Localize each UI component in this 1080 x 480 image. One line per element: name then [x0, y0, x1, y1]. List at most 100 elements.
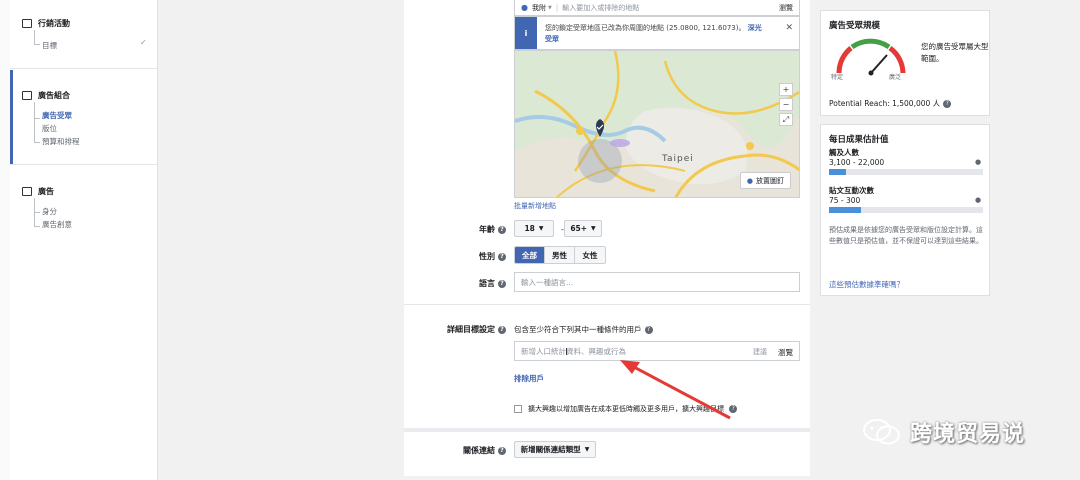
close-icon[interactable]: ✕: [785, 23, 793, 33]
wechat-logo-icon: [863, 419, 900, 445]
gender-female-button[interactable]: 女性: [575, 247, 605, 263]
reach-estimate-label: 觸及人數: [829, 148, 859, 157]
location-notice: i 您的鎖定受眾地區已改為你周圍的地點 (25.0800, 121.6073)。…: [514, 16, 800, 50]
estimate-accuracy-link[interactable]: 這些預估數據準確嗎？: [829, 279, 904, 290]
location-input[interactable]: 輸入要加入或排除的地點: [562, 3, 639, 13]
detailed-browse-button[interactable]: 瀏覽: [778, 347, 793, 358]
nav-item-creative[interactable]: 廣告創意: [42, 219, 72, 230]
help-icon[interactable]: ?: [729, 405, 738, 413]
suggestions-button[interactable]: 建議: [753, 347, 767, 357]
help-icon[interactable]: ?: [644, 326, 653, 334]
location-pin-icon: ●: [521, 3, 528, 12]
location-map[interactable]: Taipei + − ⤢ ● 放置圖釘: [514, 50, 800, 198]
help-icon[interactable]: ?: [498, 225, 506, 234]
audience-size-card: 廣告受眾規模 特定 廣泛 您的廣告受眾屬大型範圍。 Potential Reac…: [820, 10, 990, 116]
text-cursor-icon: I: [565, 347, 568, 358]
expand-interests-label: 擴大興趣以增加廣告在成本更低時觸及更多用戶，擴大興趣目標 ?: [528, 404, 738, 414]
tree-tick: [34, 212, 40, 213]
help-icon[interactable]: ?: [943, 100, 952, 108]
gauge-specific-label: 特定: [831, 74, 844, 81]
detailed-targeting-label: 詳細目標設定?: [447, 324, 506, 335]
connections-dropdown[interactable]: 新增關係連結類型 ▼: [514, 441, 596, 458]
nav-active-indicator: [10, 70, 13, 164]
gender-label: 性別?: [479, 251, 506, 262]
nav-adset-header[interactable]: 廣告組合: [22, 90, 70, 101]
connections-label: 關係連結?: [463, 445, 506, 456]
tree-tick: [34, 118, 40, 119]
tree-line: [34, 102, 40, 142]
map-city-label: Taipei: [662, 154, 694, 164]
audience-gauge: [836, 38, 906, 76]
notice-message: 您的鎖定受眾地區已改為你周圍的地點 (25.0800, 121.6073)。: [545, 24, 746, 32]
expand-interests-checkbox[interactable]: [514, 405, 522, 413]
language-placeholder: 輸入一種語言...: [521, 277, 574, 287]
audience-editor: ● 我附 ▼ | 輸入要加入或排除的地點 瀏覽 i 您的鎖定受眾地區已改為你周圍…: [404, 0, 810, 476]
tree-tick: [34, 44, 40, 45]
audience-size-title: 廣告受眾規模: [829, 21, 881, 31]
info-icon[interactable]: ●: [975, 196, 981, 204]
detailed-targeting-input[interactable]: 新增人口統計資料、興趣或行為 建議 瀏覽: [514, 341, 800, 361]
nav-adset-title: 廣告組合: [38, 91, 70, 100]
nav-campaign-header[interactable]: 行銷活動: [22, 18, 70, 29]
gender-selector: 全部 男性 女性: [514, 246, 606, 264]
nav-ad-title: 廣告: [38, 187, 54, 196]
watermark: 跨境贸易说: [862, 416, 1025, 448]
daily-results-title: 每日成果估計值: [829, 135, 889, 145]
connections-value: 新增關係連結類型: [520, 445, 581, 454]
potential-reach-text: Potential Reach: 1,500,000 人: [829, 99, 941, 108]
connections-label-text: 關係連結: [463, 446, 495, 455]
nav-item-objective[interactable]: 目標: [42, 40, 57, 51]
engagement-estimate-value: 75 - 300: [829, 196, 861, 205]
checkmark-icon: ✓: [140, 38, 147, 47]
age-min-dropdown[interactable]: 18 ▼: [514, 220, 554, 237]
fullscreen-button[interactable]: ⤢: [779, 113, 793, 126]
detailed-desc-text: 包含至少符合下列其中一種條件的用戶: [514, 325, 642, 334]
nav-item-audience[interactable]: 廣告受眾: [42, 110, 72, 121]
nav-divider: [10, 68, 158, 69]
detailed-placeholder: 新增人口統計資料、興趣或行為: [521, 346, 626, 356]
language-input[interactable]: 輸入一種語言...: [514, 272, 800, 292]
gender-all-button[interactable]: 全部: [515, 247, 545, 263]
nav-item-budget[interactable]: 預算和排程: [42, 136, 80, 147]
language-label: 語言?: [479, 278, 506, 289]
tree-line: [34, 30, 40, 44]
info-icon[interactable]: ●: [975, 158, 981, 166]
age-label-text: 年齡: [479, 225, 495, 234]
chevron-down-icon: ▼: [591, 225, 596, 232]
tree-tick: [34, 226, 40, 227]
gauge-broad-label: 廣泛: [889, 74, 902, 81]
nav-item-placements[interactable]: 版位: [42, 123, 57, 134]
chevron-down-icon: ▼: [538, 225, 544, 232]
help-icon[interactable]: ?: [498, 279, 506, 288]
section-divider: [404, 304, 810, 305]
age-max-dropdown[interactable]: 65+ ▼: [564, 220, 602, 237]
section-gap: [404, 428, 810, 432]
gender-male-button[interactable]: 男性: [545, 247, 575, 263]
detailed-label-text: 詳細目標設定: [447, 325, 495, 334]
watermark-text: 跨境贸易说: [910, 422, 1026, 447]
zoom-out-button[interactable]: −: [779, 98, 793, 111]
location-type-dropdown[interactable]: 我附: [532, 3, 546, 13]
estimate-note: 預估成果是依據您的廣告受眾和版位設定計算。這些數值只是預估值，並不保證可以達到這…: [829, 226, 983, 245]
bulk-add-locations-link[interactable]: 批量新增地點: [514, 201, 556, 211]
zoom-in-button[interactable]: +: [779, 83, 793, 96]
age-min-value: 18: [524, 224, 535, 233]
engagement-estimate-bar: [829, 207, 983, 213]
location-browse-button[interactable]: 瀏覽: [779, 3, 793, 13]
nav-ad-header[interactable]: 廣告: [22, 186, 54, 197]
exclude-people-link[interactable]: 排除用戶: [514, 373, 544, 384]
engagement-estimate-fill: [829, 207, 862, 213]
help-icon[interactable]: ?: [498, 252, 506, 261]
engagement-estimate-label: 貼文互動次數: [829, 186, 874, 195]
location-search[interactable]: ● 我附 ▼ | 輸入要加入或排除的地點 瀏覽: [514, 0, 800, 16]
chevron-down-icon: ▼: [584, 446, 590, 453]
window-edge: [0, 0, 10, 480]
help-icon[interactable]: ?: [498, 446, 506, 455]
audience-size-note: 您的廣告受眾屬大型範圍。: [921, 42, 989, 63]
nav-item-identity[interactable]: 身分: [42, 206, 57, 217]
help-icon[interactable]: ?: [498, 325, 506, 334]
drop-pin-button[interactable]: ● 放置圖釘: [739, 172, 791, 189]
info-icon: i: [515, 17, 537, 49]
reach-estimate-fill: [829, 169, 846, 175]
daily-results-card: 每日成果估計值 觸及人數 3,100 - 22,000 ● 貼文互動次數 75 …: [820, 124, 990, 296]
